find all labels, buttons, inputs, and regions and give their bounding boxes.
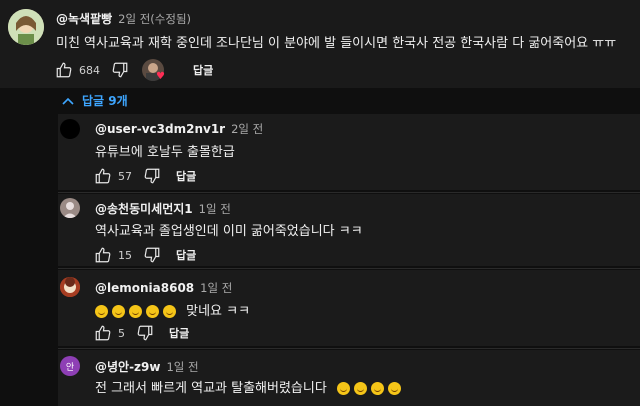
like-count: 5 <box>118 326 125 340</box>
reply-timestamp[interactable]: 1일 전 <box>200 280 232 296</box>
laughing-emoji-icon <box>112 305 125 318</box>
avatar[interactable] <box>8 9 44 45</box>
divider <box>58 348 640 349</box>
reply-text-line: 맞네요 ㅋㅋ <box>95 300 250 319</box>
reply-button[interactable]: 답글 <box>193 62 213 78</box>
like-icon[interactable] <box>93 166 113 186</box>
like-count: 15 <box>118 248 132 262</box>
avatar[interactable] <box>60 277 80 297</box>
laughing-emoji-icon <box>336 382 350 395</box>
top-comment: @녹색팥빵 2일 전(수정됨) 미친 역사교육과 재학 중인데 조나단님 이 분… <box>0 0 640 88</box>
comment-actions: 684 ♥ 답글 <box>54 58 213 82</box>
avatar-illustration-icon <box>8 9 44 45</box>
dislike-icon[interactable] <box>135 323 155 343</box>
avatar[interactable]: 안 <box>60 356 80 376</box>
reply-timestamp[interactable]: 1일 전 <box>199 201 231 217</box>
like-icon[interactable] <box>93 245 113 265</box>
laughing-emoji-icon <box>146 305 159 318</box>
reply-text: 역사교육과 졸업생인데 이미 굶어죽었습니다 ㅋㅋ <box>95 224 363 239</box>
replies-toggle[interactable]: 답글 9개 <box>62 92 128 109</box>
dislike-icon[interactable] <box>110 60 130 80</box>
laughing-emoji-icon <box>387 382 401 395</box>
reply-author[interactable]: @lemonia8608 <box>95 281 194 295</box>
like-icon[interactable] <box>93 323 113 343</box>
divider <box>58 192 640 193</box>
reply-button[interactable]: 답글 <box>169 325 189 341</box>
dislike-icon[interactable] <box>142 166 162 186</box>
reply-text: 유튜브에 호날두 출몰한급 <box>95 145 235 160</box>
reply-author[interactable]: @녕안-z9w <box>95 358 160 375</box>
heart-icon: ♥ <box>156 70 165 82</box>
reply-button[interactable]: 답글 <box>176 247 196 263</box>
replies-count-label: 답글 9개 <box>82 94 128 108</box>
reply-text: 맞네요 ㅋㅋ <box>186 304 251 319</box>
divider <box>58 268 640 269</box>
laughing-emoji-icon <box>353 382 367 395</box>
like-count: 57 <box>118 169 132 183</box>
laughing-emoji-icon <box>129 305 142 318</box>
reply-timestamp[interactable]: 1일 전 <box>166 359 198 375</box>
reply-author[interactable]: @송천동미세먼지1 <box>95 200 193 217</box>
comment-text: 미친 역사교육과 재학 중인데 조나단님 이 분야에 발 들이시면 한국사 전공… <box>56 36 617 51</box>
avatar[interactable] <box>60 198 80 218</box>
chevron-up-icon <box>62 94 74 108</box>
reply-text-line: 전 그래서 빠르게 역교과 탈출해버렸습니다 <box>95 377 405 396</box>
laughing-emoji-icon <box>370 382 384 395</box>
reply-button[interactable]: 답글 <box>176 168 196 184</box>
reply-timestamp[interactable]: 2일 전 <box>231 121 263 137</box>
avatar-letter: 안 <box>65 362 75 373</box>
comment-author[interactable]: @녹색팥빵 <box>56 10 112 27</box>
comment-timestamp[interactable]: 2일 전(수정됨) <box>118 11 191 27</box>
reply-text: 전 그래서 빠르게 역교과 탈출해버렸습니다 <box>95 381 327 396</box>
laughing-emoji-icon <box>163 305 176 318</box>
like-icon[interactable] <box>54 60 74 80</box>
laughing-emoji-icon <box>95 305 108 318</box>
dislike-icon[interactable] <box>142 245 162 265</box>
reply-author[interactable]: @user-vc3dm2nv1r <box>95 122 225 136</box>
avatar[interactable] <box>60 119 80 139</box>
like-count: 684 <box>79 63 100 77</box>
